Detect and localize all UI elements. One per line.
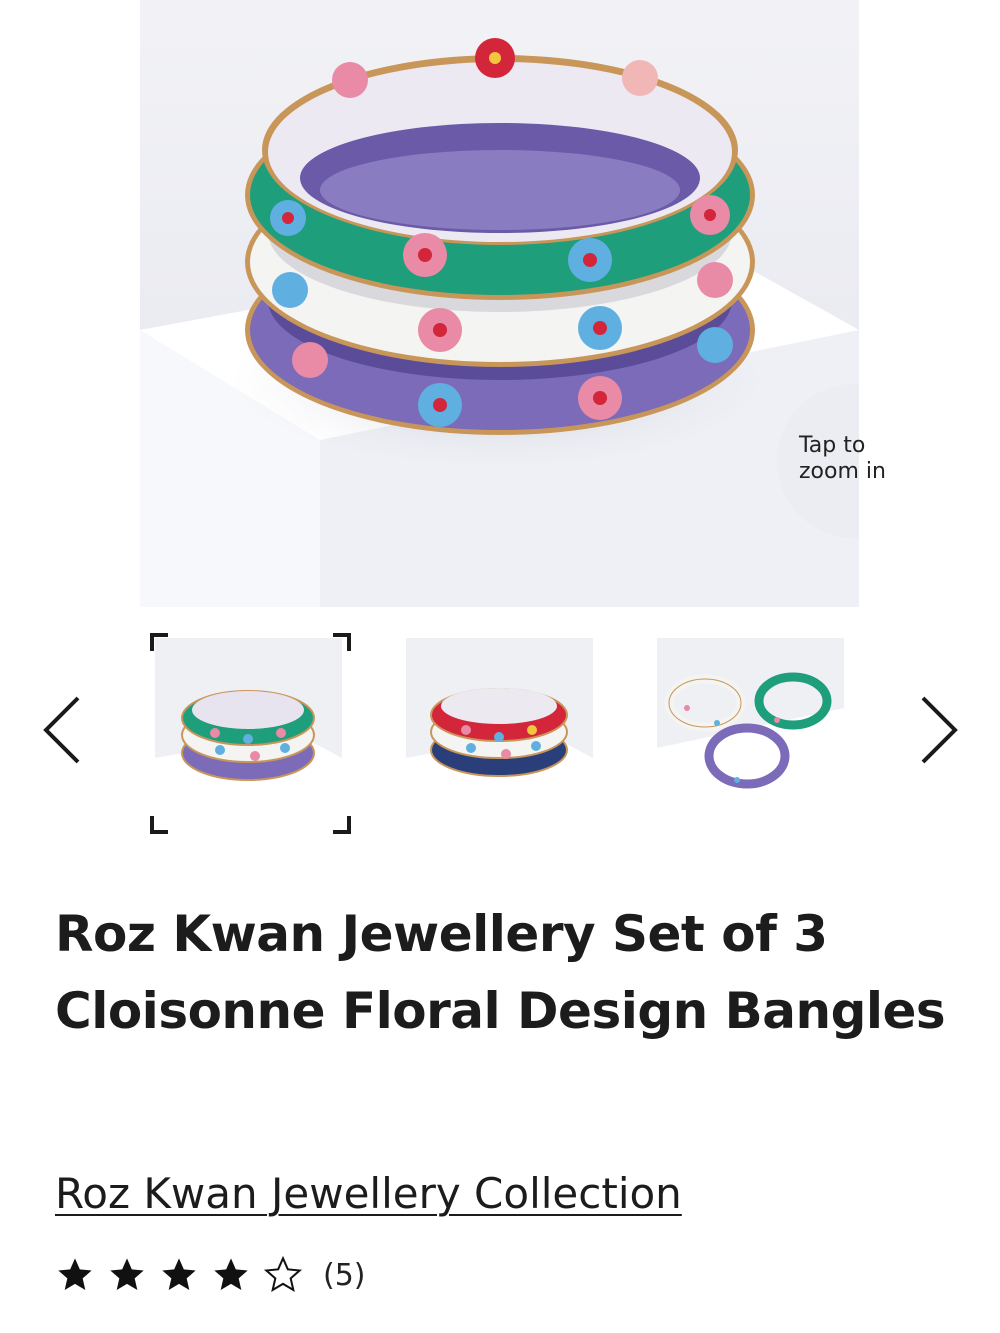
thumbnail-2[interactable] [406, 638, 593, 825]
product-title: Roz Kwan Jewellery Set of 3 Cloisonne Fl… [55, 905, 946, 1040]
selection-corner-bottom-left [150, 816, 168, 834]
thumbnail-3[interactable] [657, 638, 844, 825]
thumbnail-2-image [406, 638, 593, 825]
carousel-prev-button[interactable] [38, 690, 88, 770]
selection-corner-top-left [150, 633, 168, 651]
product-rating[interactable]: (5) [55, 1250, 366, 1300]
thumbnail-1-image [155, 638, 342, 825]
review-count: (5) [323, 1257, 366, 1293]
brand-collection-link[interactable]: Roz Kwan Jewellery Collection [55, 1166, 682, 1222]
carousel-next-button[interactable] [915, 690, 965, 770]
selection-corner-bottom-right [333, 816, 351, 834]
zoom-hint-text: Tap to zoom in [799, 433, 886, 484]
selection-corner-top-right [333, 633, 351, 651]
star-filled-icon [162, 1258, 196, 1290]
bangle-stack-illustration [140, 0, 859, 607]
star-empty-icon [263, 1255, 303, 1293]
chevron-left-icon [43, 696, 80, 764]
product-main-image[interactable] [140, 0, 859, 607]
star-filled-icon [214, 1258, 248, 1290]
thumbnail-1[interactable] [155, 638, 342, 825]
star-filled-icon [110, 1258, 144, 1290]
star-filled-icon [58, 1258, 92, 1290]
thumbnail-3-image [657, 638, 844, 825]
chevron-right-icon [921, 696, 958, 764]
